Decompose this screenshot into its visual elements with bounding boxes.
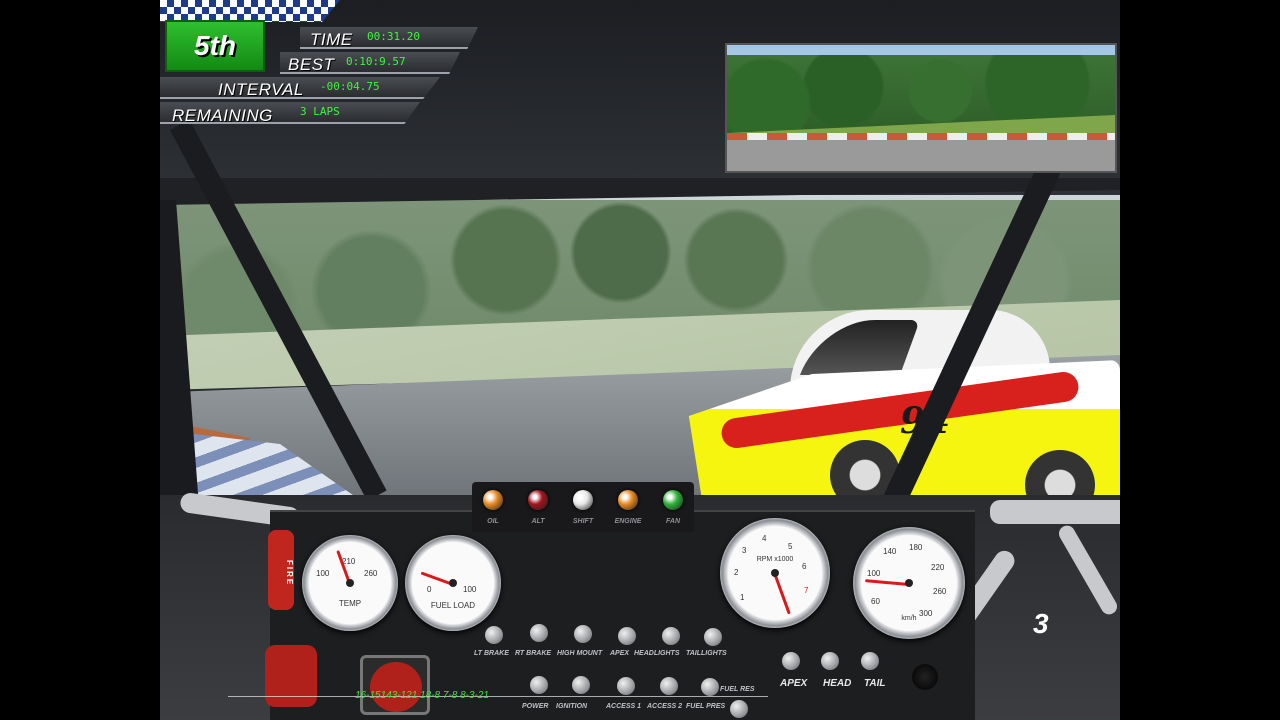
apex-switch[interactable] (618, 627, 636, 645)
taillights-switch[interactable] (704, 628, 722, 646)
speed-tick: 140 (883, 547, 897, 556)
ignition-label: IGNITION (556, 703, 588, 710)
debug-overlay-text: 16-15143-121 18-8 7-8 8-3-21 (355, 690, 489, 701)
fuel-pres-switch[interactable] (701, 678, 719, 696)
fan-light-label: FAN (666, 518, 680, 525)
tail-toggle-label: TAIL (864, 678, 886, 689)
speed-tick: 180 (909, 543, 923, 552)
fire-extinguisher-switch[interactable]: FIRE (268, 530, 294, 610)
speed-needle (865, 579, 910, 586)
fuel-res-switch[interactable] (730, 700, 748, 718)
interval-value: -00:04.75 (320, 80, 380, 93)
starter-button[interactable] (370, 662, 422, 712)
headlights-switch[interactable] (662, 627, 680, 645)
rpm-needle (773, 573, 791, 615)
access-1-switch[interactable] (617, 677, 635, 695)
speed-tick: 220 (931, 563, 945, 572)
rpm-tick: 4 (762, 534, 767, 543)
rear-view-mirror (725, 43, 1117, 173)
mirror-track (727, 140, 1115, 171)
speed-tick: 100 (867, 569, 881, 578)
temp-gauge-label: TEMP (338, 599, 362, 608)
roll-bar (990, 500, 1120, 524)
rt-brake-switch[interactable] (530, 624, 548, 642)
high-mount-label: HIGH MOUNT (557, 650, 603, 657)
rt-brake-label: RT BRAKE (515, 650, 552, 657)
fuel-res-label: FUEL RES (720, 686, 755, 693)
fuel-tick: 100 (463, 585, 477, 594)
interval-label: INTERVAL (218, 80, 304, 99)
rpm-tick: 6 (802, 562, 807, 571)
tachometer: 1 2 3 4 5 6 7 RPM x1000 (720, 518, 830, 628)
high-mount-switch[interactable] (574, 625, 592, 643)
oil-warning-light (483, 490, 503, 510)
access-1-label: ACCESS 1 (606, 703, 642, 710)
temp-tick: 260 (364, 569, 378, 578)
taillights-label: TAILLIGHTS (686, 650, 727, 657)
temp-gauge: 100 210 260 TEMP (302, 535, 398, 631)
engine-light-label: ENGINE (614, 518, 642, 525)
lt-brake-label: LT BRAKE (474, 650, 509, 657)
gauge-hub (346, 579, 354, 587)
best-value: 0:10:9.57 (346, 55, 406, 68)
engine-warning-light (618, 490, 638, 510)
apex-toggle[interactable] (782, 652, 800, 670)
speedometer: 60 100 140 180 220 260 300 km/h (853, 527, 965, 639)
ignition-switch[interactable] (572, 676, 590, 694)
shift-light-label: SHIFT (572, 518, 594, 525)
remaining-label: REMAINING (172, 106, 273, 125)
alt-warning-light (528, 490, 548, 510)
fuel-pres-label: FUEL PRES (686, 703, 726, 710)
master-kill-switch[interactable] (265, 645, 317, 707)
rpm-tick: 1 (740, 593, 745, 602)
shift-warning-light (573, 490, 593, 510)
gauge-hub (771, 569, 779, 577)
time-value: 00:31.20 (367, 30, 420, 43)
remaining-value: 3 LAPS (300, 105, 340, 118)
gauge-hub (905, 579, 913, 587)
fuel-gauge-label: FUEL LOAD (430, 601, 476, 610)
oil-light-label: OIL (487, 518, 499, 525)
access-2-label: ACCESS 2 (647, 703, 683, 710)
head-toggle[interactable] (821, 652, 839, 670)
alt-light-label: ALT (531, 518, 545, 525)
game-viewport: 94 OIL ALT SHIFT ENGINE FAN 100 210 260 … (160, 0, 1120, 720)
rpm-tick: 7 (804, 586, 809, 595)
access-2-switch[interactable] (660, 677, 678, 695)
ignition-key-socket[interactable] (912, 664, 938, 690)
rpm-tick: 3 (742, 546, 747, 555)
rpm-gauge-label: RPM x1000 (756, 556, 794, 563)
speed-tick: 60 (871, 597, 880, 606)
head-toggle-label: HEAD (823, 678, 852, 689)
lt-brake-switch[interactable] (485, 626, 503, 644)
apex-toggle-label: APEX (780, 678, 808, 689)
rpm-tick: 5 (788, 542, 793, 551)
race-position: 5th (165, 20, 265, 72)
temp-tick: 100 (316, 569, 330, 578)
checkered-flag-banner (160, 0, 340, 22)
best-label: BEST (288, 55, 335, 74)
fuel-load-gauge: 0 100 FUEL LOAD (405, 535, 501, 631)
rpm-tick: 2 (734, 568, 739, 577)
debug-line (228, 696, 768, 697)
power-switch[interactable] (530, 676, 548, 694)
apex-label: APEX (610, 650, 630, 657)
headlights-label: HEADLIGHTS (634, 650, 680, 657)
gear-indicator: 3 (1033, 608, 1049, 639)
fan-warning-light (663, 490, 683, 510)
speed-unit-label: km/h (901, 615, 917, 622)
speed-tick: 260 (933, 587, 947, 596)
time-label: TIME (310, 30, 353, 49)
tail-toggle[interactable] (861, 652, 879, 670)
fuel-tick: 0 (427, 585, 432, 594)
gauge-hub (449, 579, 457, 587)
power-label: POWER (522, 703, 549, 710)
